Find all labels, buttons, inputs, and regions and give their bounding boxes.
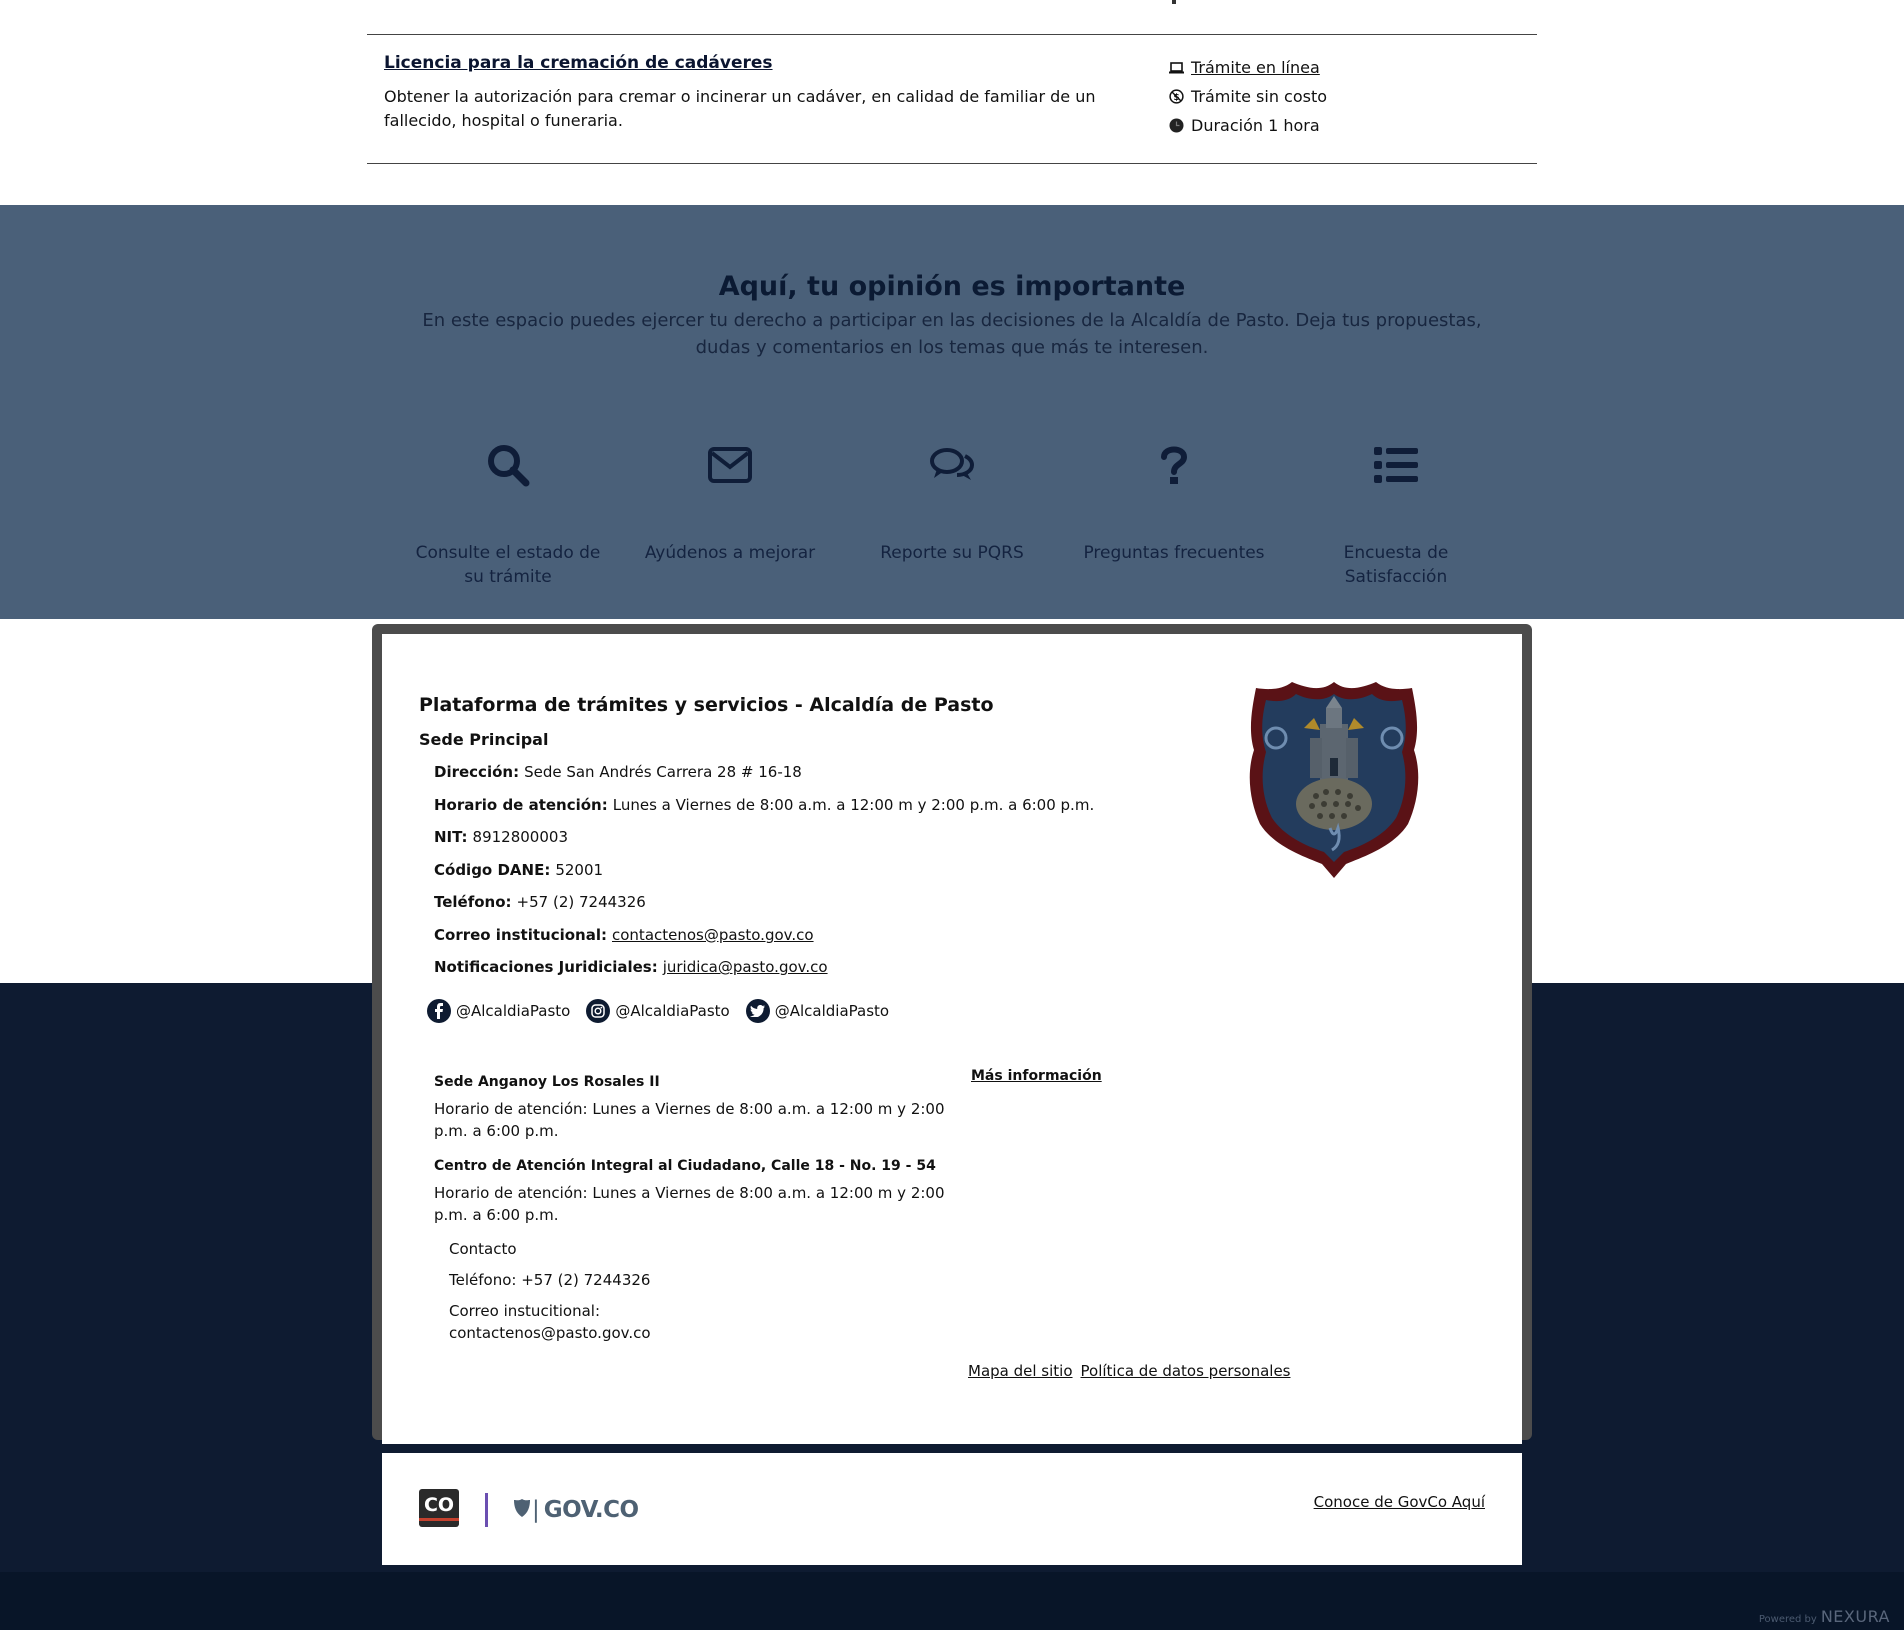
caic-hours: Horario de atención: Lunes a Viernes de … [434, 1184, 945, 1224]
opinion-item-label: Reporte su PQRS [880, 543, 1024, 563]
meta-duration-label: Duración 1 hora [1191, 116, 1320, 135]
sede2-title: Sede Anganoy Los Rosales II [434, 1074, 660, 1090]
govco-pipe: | [532, 1497, 540, 1523]
tramite-meta: Trámite en línea $ Trámite sin costo Dur… [1168, 53, 1327, 140]
opinion-item-encuesta[interactable]: Encuesta de Satisfacción [1301, 435, 1491, 589]
sede-principal-heading: Sede Principal [419, 730, 549, 749]
info-dane: Código DANE: 52001 [434, 860, 604, 879]
info-notificaciones: Notificaciones Juridiciales: juridica@pas… [434, 958, 828, 977]
tramite-description: Obtener la autorización para cremar o in… [384, 87, 1096, 130]
contact-title: Contacto [449, 1240, 517, 1258]
laptop-icon [1168, 60, 1184, 76]
instagram-link[interactable]: @AlcaldiaPasto [586, 999, 730, 1023]
info-horario: Horario de atención: Lunes a Viernes de 8… [434, 795, 1095, 814]
powered-by: Powered by NEXURA [1759, 1607, 1890, 1626]
info-direccion: Dirección: Sede San Andrés Carrera 28 # 1… [434, 763, 802, 782]
opinion-item-ayudenos[interactable]: Ayúdenos a mejorar [635, 435, 825, 565]
nexura-logo[interactable]: NEXURA [1821, 1607, 1890, 1626]
meta-free-label: Trámite sin costo [1191, 87, 1328, 106]
sitemap-link[interactable]: Mapa del sitio [968, 1362, 1073, 1380]
govco-text: GOV.CO [543, 1497, 639, 1523]
opinion-item-label: Consulte el estado de su trámite [415, 543, 601, 587]
footer-title: Plataforma de trámites y servicios - Alc… [419, 694, 994, 716]
clock-icon [1168, 118, 1184, 134]
facebook-link[interactable]: @AlcaldiaPasto [427, 999, 570, 1023]
list-icon [1301, 435, 1491, 495]
footer-links: Mapa del sitio Política de datos personal… [968, 1362, 1299, 1380]
govco-logo: | GOV.CO [513, 1497, 639, 1523]
info-nit: NIT: 8912800003 [434, 828, 568, 847]
opinion-item-label: Encuesta de Satisfacción [1343, 543, 1449, 587]
other-sedes: Sede Anganoy Los Rosales II Horario de a… [434, 1066, 954, 1234]
tramite-title-link[interactable]: Licencia para la cremación de cadáveres [384, 53, 773, 73]
opinion-item-pqrs[interactable]: Reporte su PQRS [857, 435, 1047, 565]
co-logo: CO [419, 1489, 459, 1527]
twitter-link[interactable]: @AlcaldiaPasto [745, 999, 889, 1023]
search-icon [413, 435, 603, 495]
opinion-item-consulte[interactable]: Consulte el estado de su trámite [413, 435, 603, 589]
question-icon [1079, 435, 1269, 495]
contact-block: Contacto Teléfono: +57 (2) 7244326 Corre… [449, 1238, 709, 1353]
meta-online-label[interactable]: Trámite en línea [1191, 58, 1320, 77]
meta-free: $ Trámite sin costo [1168, 82, 1327, 111]
pasto-coat-of-arms [1246, 678, 1422, 878]
social-links: @AlcaldiaPasto @AlcaldiaPasto @AlcaldiaP… [427, 999, 905, 1023]
footer-card: Plataforma de trámites y servicios - Alc… [382, 634, 1522, 1444]
tramite-row: Licencia para la cremación de cadáveres … [367, 34, 1537, 164]
no-cost-icon: $ [1168, 89, 1184, 105]
opinion-item-label: Ayúdenos a mejorar [644, 543, 816, 563]
correo-link[interactable]: contactenos@pasto.gov.co [612, 926, 814, 944]
opinion-section: Aquí, tu opinión es importante En este e… [0, 205, 1904, 619]
mas-informacion-link[interactable]: Más información [971, 1068, 1102, 1084]
opinion-item-label: Preguntas frecuentes [1083, 543, 1265, 563]
govco-bar: CO | GOV.CO Conoce de GovCo Aquí [382, 1453, 1522, 1565]
contact-email: Correo instucitional: contactenos@pasto.… [449, 1302, 651, 1342]
sede2-hours: Horario de atención: Lunes a Viernes de … [434, 1100, 945, 1140]
facebook-icon [427, 999, 451, 1023]
colombia-shield-icon [513, 1498, 531, 1522]
opinion-subtitle: En este espacio puedes ejercer tu derech… [422, 310, 1482, 358]
info-correo: Correo institucional: contactenos@pasto.g… [434, 925, 814, 944]
govco-divider [485, 1493, 488, 1527]
info-telefono: Teléfono: +57 (2) 7244326 [434, 893, 646, 912]
juridica-link[interactable]: juridica@pasto.gov.co [663, 958, 828, 976]
privacy-policy-link[interactable]: Política de datos personales [1081, 1362, 1291, 1380]
contact-phone: Teléfono: +57 (2) 7244326 [449, 1271, 651, 1289]
meta-online[interactable]: Trámite en línea [1168, 53, 1327, 82]
twitter-icon [745, 999, 770, 1023]
instagram-icon [586, 999, 611, 1023]
footer-bottom-strip [0, 1572, 1904, 1630]
chat-icon [857, 435, 1047, 495]
opinion-item-faq[interactable]: Preguntas frecuentes [1079, 435, 1269, 565]
powered-label: Powered by [1758, 1614, 1817, 1625]
opinion-title: Aquí, tu opinión es importante [718, 271, 1186, 302]
conoce-govco-link[interactable]: Conoce de GovCo Aquí [1314, 1493, 1485, 1511]
sede-principal-info: Dirección: Sede San Andrés Carrera 28 # 1… [434, 756, 1094, 984]
top-remnant [1172, 0, 1176, 4]
caic-title: Centro de Atención Integral al Ciudadano… [434, 1158, 936, 1174]
envelope-icon [635, 435, 825, 495]
meta-duration: Duración 1 hora [1168, 111, 1327, 140]
